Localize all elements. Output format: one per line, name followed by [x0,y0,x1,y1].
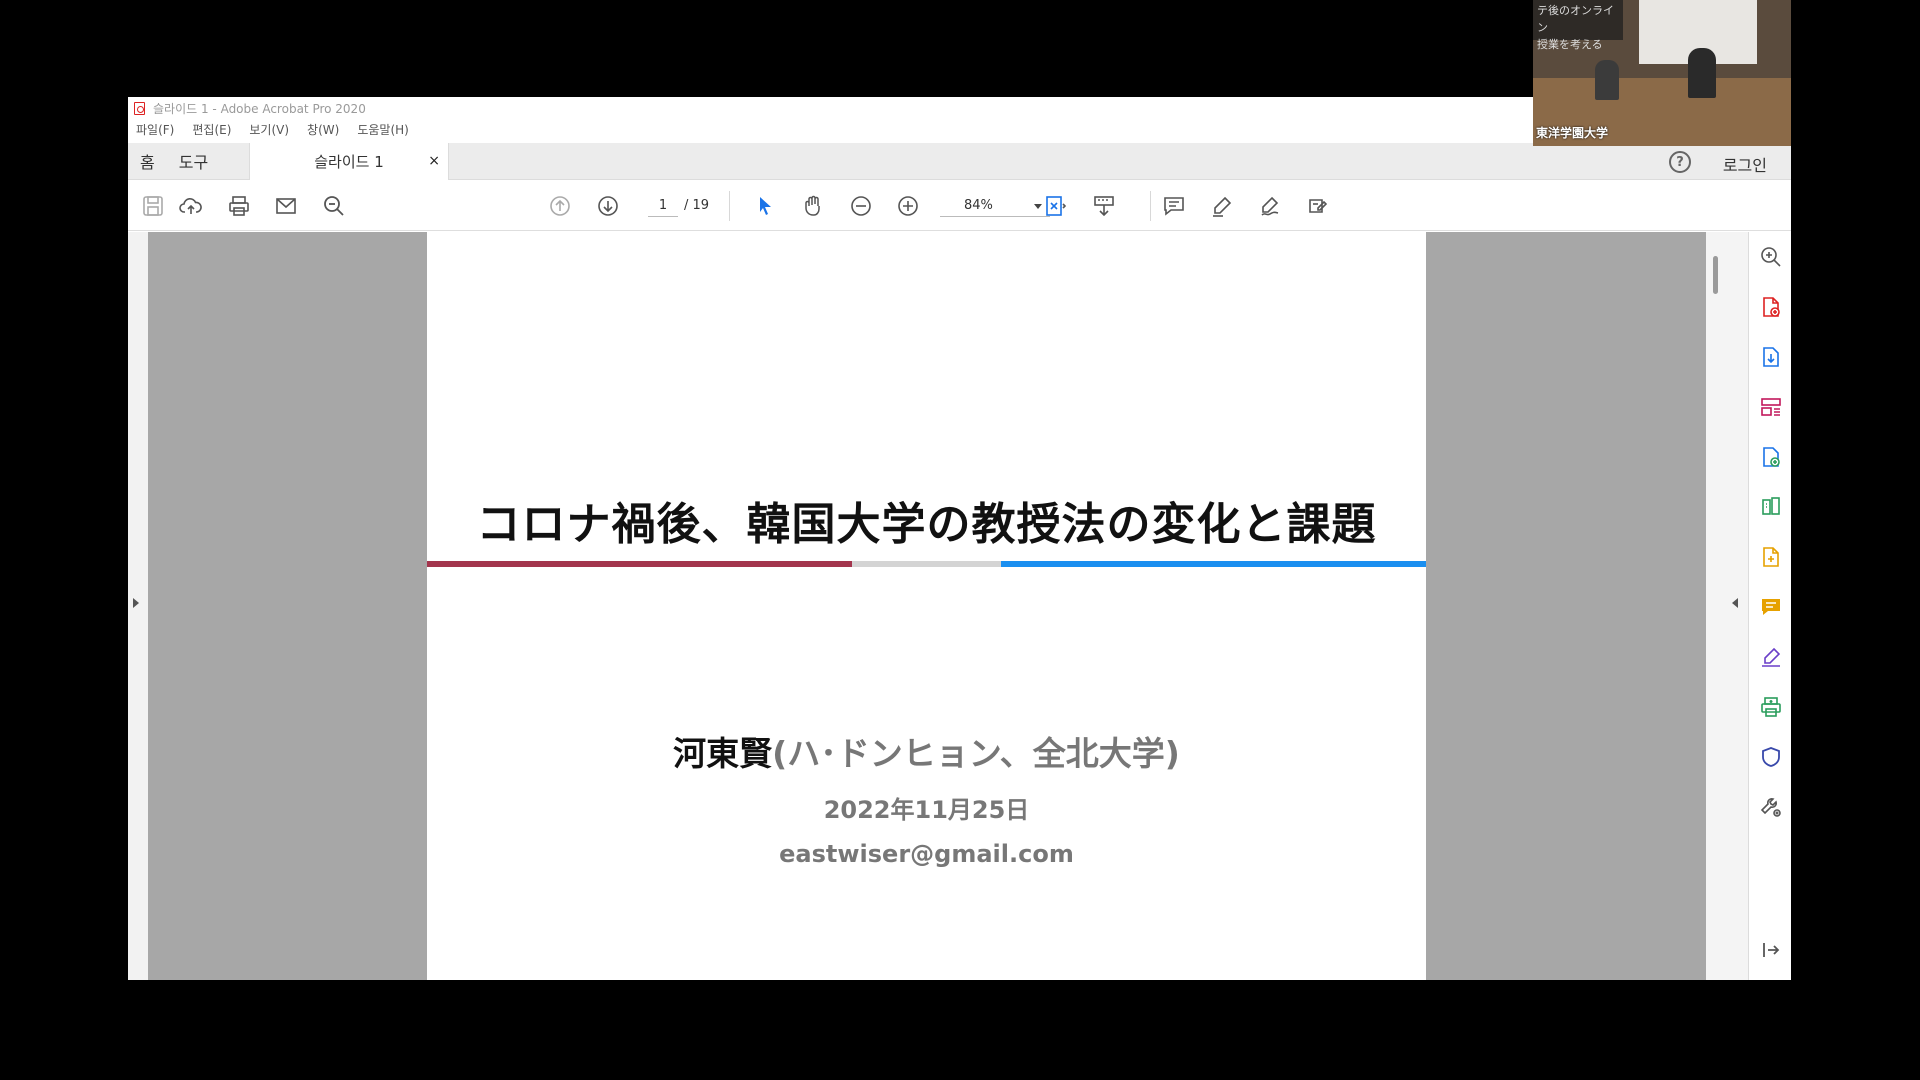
tab-document-label: 슬라이드 1 [314,153,384,171]
tab-bar: 홈 도구 슬라이드 1 × ? 로그인 [128,143,1791,180]
author-affiliation: (ハ･ドンヒョン、全北大学) [772,734,1180,773]
comment-icon[interactable] [1161,193,1187,219]
page-up-icon[interactable] [547,193,573,219]
slide-author: 河東賢(ハ･ドンヒョン、全北大学) [427,727,1426,775]
slide-title: コロナ禍後、韓国大学の教授法の変化と課題 [476,499,1377,550]
event-sign: テ後のオンライン 授業を考える [1533,0,1623,51]
print-icon[interactable] [226,193,252,219]
create-pdf-icon[interactable] [1758,294,1784,320]
email-icon[interactable] [273,193,299,219]
highlight-pen-icon[interactable] [1209,193,1235,219]
audience-person [1595,60,1619,100]
window-title: 슬라이드 1 - Adobe Acrobat Pro 2020 [153,101,366,116]
fill-and-sign-icon[interactable] [1758,644,1784,670]
expand-left-icon [133,598,139,608]
fill-sign-icon[interactable] [1305,193,1331,219]
document-viewer[interactable]: コロナ禍後、韓国大学の教授法の変化と課題 河東賢(ハ･ドンヒョン、全北大学) 2… [128,232,1748,980]
cloud-upload-icon[interactable] [178,193,204,219]
menu-file[interactable]: 파일(F) [136,121,174,138]
title-rule-red [427,561,852,567]
vertical-scrollbar[interactable] [1706,232,1726,980]
title-rule-blue [1001,561,1426,567]
page-number-input[interactable]: 1 [648,195,678,217]
pdf-app-icon [134,101,145,115]
left-panel-toggle[interactable] [128,232,148,980]
sign-line-1: テ後のオンライン [1537,4,1614,34]
right-panel-toggle[interactable] [1726,232,1748,980]
camera-label: 東洋学園大学 [1536,126,1609,140]
zoom-in-icon[interactable] [895,193,921,219]
toolbar: 1 / 19 84% [128,181,1791,231]
tab-tools[interactable]: 도구 [167,149,220,173]
collapse-right-icon [1732,598,1738,608]
hand-tool-icon[interactable] [800,193,826,219]
author-name: 河東賢 [673,734,773,773]
title-rule-gray [852,561,1001,567]
scroll-thumb[interactable] [1713,256,1718,294]
webcam-thumbnail: テ後のオンライン 授業を考える 東洋学園大学 [1533,0,1791,146]
search-icon[interactable] [321,193,347,219]
menu-edit[interactable]: 편집(E) [192,121,231,138]
select-cursor-icon[interactable] [752,193,778,219]
tab-home[interactable]: 홈 [128,149,167,173]
login-button[interactable]: 로그인 [1723,152,1767,176]
toolbar-divider [729,191,730,221]
print-production-icon[interactable] [1758,694,1784,720]
edit-pdf-icon[interactable] [1758,444,1784,470]
help-icon[interactable]: ? [1669,151,1691,173]
menu-window[interactable]: 창(W) [307,121,339,138]
export-pdf-icon[interactable] [1758,344,1784,370]
zoom-select[interactable]: 84% [940,195,1050,217]
acrobat-window: 슬라이드 1 - Adobe Acrobat Pro 2020 파일(F) 편집… [128,97,1791,980]
menu-view[interactable]: 보기(V) [249,121,289,138]
organize-pages-icon[interactable] [1758,394,1784,420]
sign-line-2: 授業を考える [1537,38,1603,51]
page-down-icon[interactable] [595,193,621,219]
zoom-out-icon[interactable] [848,193,874,219]
share-file-icon[interactable] [1758,544,1784,570]
sign-icon[interactable] [1257,193,1283,219]
menu-help[interactable]: 도움말(H) [357,121,409,138]
page-fit-icon[interactable] [1042,193,1068,219]
scroll-mode-icon[interactable] [1091,193,1117,219]
page-total: / 19 [684,198,710,213]
slide-email: eastwiser@gmail.com [779,840,1074,868]
toolbar-divider [1150,191,1151,221]
comment-tool-icon[interactable] [1758,594,1784,620]
slide-date: 2022年11月25日 [823,796,1030,824]
protect-shield-icon[interactable] [1758,744,1784,770]
speaker-person [1688,48,1716,98]
pdf-page: コロナ禍後、韓国大学の教授法の変化と課題 河東賢(ハ･ドンヒョン、全北大学) 2… [427,232,1426,980]
tab-document[interactable]: 슬라이드 1 × [249,143,449,180]
collapse-pane-icon[interactable] [1758,937,1784,963]
more-tools-icon[interactable] [1758,794,1784,820]
enhance-scan-icon[interactable] [1758,244,1784,270]
save-icon[interactable] [140,193,166,219]
tools-pane [1748,232,1791,980]
tab-close-button[interactable]: × [428,153,440,169]
compare-files-icon[interactable] [1758,494,1784,520]
